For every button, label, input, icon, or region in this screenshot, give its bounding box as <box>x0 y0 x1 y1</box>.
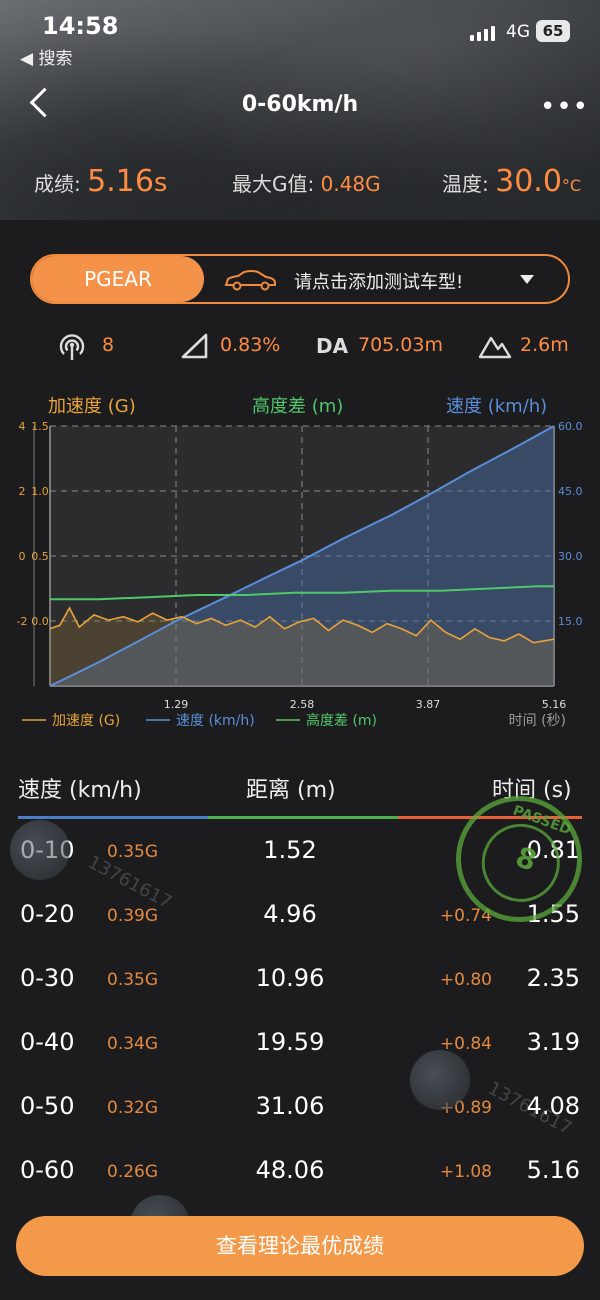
slope-value: 0.83% <box>220 334 281 356</box>
left-outer-tick: 2 <box>19 485 26 498</box>
right-tick: 30.0 <box>558 550 583 563</box>
right-tick: 60.0 <box>558 420 583 433</box>
avg-g: 0.35G <box>107 842 159 862</box>
col-distance: 距离 (m) <box>246 778 336 803</box>
status-bar: 14:58 ◀ 搜索 4G 65 <box>0 12 600 69</box>
density-altitude-value: 705.03m <box>358 334 443 356</box>
car-icon <box>224 270 276 291</box>
chart-canvas: 4 2 0 -2 1.5 1.0 0.5 0.0 60.0 45.0 30.0 15.0 1.29 2.5… <box>17 420 583 729</box>
table-row: 0-30 0.35G 10.96 +0.80 2.35 <box>0 964 600 1014</box>
view-optimal-result-button[interactable]: 查看理论最优成绩 <box>16 1216 584 1276</box>
car-model-selector[interactable]: PGEAR 请点击添加测试车型! <box>30 254 570 304</box>
distance: 1.52 <box>263 836 317 864</box>
elapsed-time: 3.19 <box>526 1028 580 1056</box>
performance-chart: 加速度 (G) 高度差 (m) 速度 (km/h) 4 2 0 -2 1.5 1.0 0.5… <box>0 380 600 740</box>
distance: 48.06 <box>255 1156 325 1184</box>
dropdown-caret-icon[interactable] <box>520 275 534 284</box>
right-tick: 45.0 <box>558 485 583 498</box>
left-outer-tick: 4 <box>19 420 26 433</box>
avg-g: 0.32G <box>107 1098 159 1118</box>
x-tick: 3.87 <box>416 698 441 711</box>
left-outer-tick: -2 <box>17 615 28 628</box>
temperature-label: 温度: <box>442 172 489 196</box>
battery-icon: 65 <box>536 20 570 42</box>
speed-range: 0-40 <box>20 1028 75 1056</box>
legend-label: 加速度 (G) <box>52 713 120 729</box>
col-speed: 速度 (km/h) <box>18 778 142 803</box>
distance: 10.96 <box>255 964 325 992</box>
speed-range: 0-20 <box>20 900 75 928</box>
avg-g: 0.34G <box>107 1034 159 1054</box>
x-tick: 2.58 <box>290 698 315 711</box>
split-delta: +0.80 <box>439 970 492 990</box>
header-underline-green <box>208 816 398 819</box>
score-label: 成绩: <box>34 172 81 196</box>
more-options-icon[interactable]: ••• <box>540 92 589 122</box>
clock: 14:58 <box>42 12 119 40</box>
speed-range: 0-50 <box>20 1092 75 1120</box>
max-g-stat: 最大G值: 0.48G <box>232 168 381 197</box>
x-tick: 5.16 <box>542 698 567 711</box>
left-inner-tick: 0.5 <box>31 550 49 563</box>
elevation-value: 2.6m <box>520 334 569 356</box>
elapsed-time: 2.35 <box>526 964 580 992</box>
result-summary: 成绩: 5.16s 最大G值: 0.48G 温度: 30.0°C <box>0 160 600 210</box>
signal-icon <box>470 26 495 41</box>
split-delta: +1.08 <box>439 1162 492 1182</box>
satellite-count: 8 <box>102 334 115 356</box>
satellite-signal-icon <box>59 334 85 360</box>
avg-g: 0.26G <box>107 1162 159 1182</box>
temperature-value: 30.0 <box>495 164 562 199</box>
speed-range: 0-60 <box>20 1156 75 1184</box>
watermark-avatar <box>10 820 70 880</box>
slope-icon <box>181 333 208 359</box>
x-axis-label: 时间 (秒) <box>509 713 566 729</box>
network-type: 4G <box>506 22 530 42</box>
max-g-label: 最大G值: <box>232 172 315 196</box>
legend-label: 高度差 (m) <box>306 712 377 729</box>
nav-bar: 0-60km/h ••• <box>0 82 600 132</box>
stamp-number: 8 <box>511 840 541 878</box>
left-inner-tick: 1.5 <box>31 420 49 433</box>
score-unit: s <box>153 168 168 198</box>
speed-range: 0-30 <box>20 964 75 992</box>
back-to-app-link[interactable]: ◀ 搜索 <box>20 44 72 69</box>
distance: 31.06 <box>255 1092 325 1120</box>
header-underline-blue <box>18 816 208 819</box>
temperature-stat: 温度: 30.0°C <box>442 164 581 199</box>
score-value: 5.16 <box>87 164 154 199</box>
brand-tab[interactable]: PGEAR <box>32 256 204 302</box>
table-row: 0-40 0.34G 19.59 +0.84 3.19 <box>0 1028 600 1078</box>
left-inner-tick: 1.0 <box>31 485 49 498</box>
left-outer-tick: 0 <box>19 550 26 563</box>
metrics-row: 8 0.83% DA 705.03m 2.6m <box>0 330 600 364</box>
temperature-unit: °C <box>561 176 582 195</box>
mountain-icon <box>478 336 512 359</box>
distance: 4.96 <box>263 900 317 928</box>
right-tick: 15.0 <box>558 615 583 628</box>
watermark-avatar <box>410 1050 470 1110</box>
max-g-value: 0.48G <box>320 172 381 196</box>
elapsed-time: 5.16 <box>526 1156 580 1184</box>
table-row: 0-60 0.26G 48.06 +1.08 5.16 <box>0 1156 600 1206</box>
score-stat: 成绩: 5.16s <box>34 164 167 199</box>
left-inner-tick: 0.0 <box>31 615 49 628</box>
avg-g: 0.39G <box>107 906 159 926</box>
distance: 19.59 <box>255 1028 325 1056</box>
x-tick: 1.29 <box>164 698 189 711</box>
avg-g: 0.35G <box>107 970 159 990</box>
density-altitude-label: DA <box>316 334 349 358</box>
add-car-prompt[interactable]: 请点击添加测试车型! <box>294 268 463 294</box>
page-title: 0-60km/h <box>241 92 359 117</box>
legend-label: 速度 (km/h) <box>176 713 255 729</box>
